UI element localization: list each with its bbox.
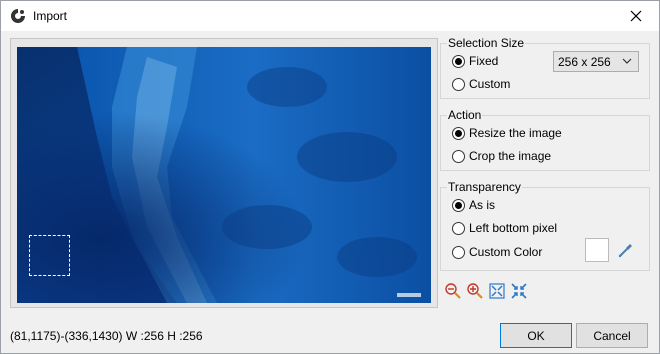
- radio-custom[interactable]: Custom: [452, 76, 510, 92]
- radio-button[interactable]: [452, 77, 465, 91]
- close-icon: [630, 10, 642, 22]
- zoom-in-icon[interactable]: [466, 282, 484, 300]
- action-group: Action Resize the image Crop the image: [440, 109, 650, 171]
- radio-button[interactable]: [452, 221, 465, 235]
- size-dropdown-value: 256 x 256: [558, 54, 611, 69]
- image-preview[interactable]: [17, 47, 431, 303]
- radio-button[interactable]: [452, 245, 465, 259]
- radio-button[interactable]: [452, 54, 465, 68]
- selection-status: (81,1175)-(336,1430) W :256 H :256: [10, 329, 203, 343]
- close-button[interactable]: [613, 1, 659, 31]
- window-title: Import: [33, 9, 68, 23]
- selection-size-group: Selection Size Fixed Custom 256 x 256: [440, 37, 650, 99]
- radio-resize[interactable]: Resize the image: [452, 125, 562, 141]
- zoom-toolbar: [444, 282, 532, 300]
- color-picker-icon[interactable]: [617, 241, 635, 259]
- ok-button[interactable]: OK: [500, 323, 572, 348]
- zoom-out-icon[interactable]: [444, 282, 462, 300]
- chevron-down-icon: [622, 58, 632, 64]
- radio-fixed[interactable]: Fixed: [452, 53, 498, 69]
- cancel-button[interactable]: Cancel: [576, 323, 648, 348]
- radio-crop[interactable]: Crop the image: [452, 148, 551, 164]
- selection-size-legend: Selection Size: [447, 36, 526, 50]
- color-swatch[interactable]: [585, 238, 609, 262]
- title-bar: Import: [1, 1, 659, 31]
- selection-rectangle[interactable]: [29, 235, 70, 276]
- radio-label: Fixed: [469, 54, 499, 68]
- transparency-group: Transparency As is Left bottom pixel Cus…: [440, 181, 650, 271]
- action-legend: Action: [447, 108, 483, 122]
- radio-label: As is: [469, 198, 496, 212]
- radio-left-bottom-pixel[interactable]: Left bottom pixel: [452, 220, 557, 236]
- actual-size-icon[interactable]: [510, 282, 528, 300]
- radio-label: Custom Color: [469, 245, 543, 259]
- app-logo-icon: [11, 9, 25, 23]
- radio-label: Custom: [469, 77, 511, 91]
- fit-to-window-icon[interactable]: [488, 282, 506, 300]
- radio-label: Left bottom pixel: [469, 221, 558, 235]
- radio-label: Crop the image: [469, 149, 552, 163]
- preview-picture: [17, 47, 431, 303]
- radio-button[interactable]: [452, 126, 465, 140]
- import-dialog: Import Selection Size Fixed Custom 256 x…: [0, 0, 660, 354]
- radio-custom-color[interactable]: Custom Color: [452, 244, 542, 260]
- image-preview-frame: [10, 38, 438, 308]
- size-dropdown[interactable]: 256 x 256: [553, 51, 639, 72]
- radio-label: Resize the image: [469, 126, 562, 140]
- transparency-legend: Transparency: [447, 180, 522, 194]
- radio-as-is[interactable]: As is: [452, 197, 495, 213]
- radio-button[interactable]: [452, 198, 465, 212]
- radio-button[interactable]: [452, 149, 465, 163]
